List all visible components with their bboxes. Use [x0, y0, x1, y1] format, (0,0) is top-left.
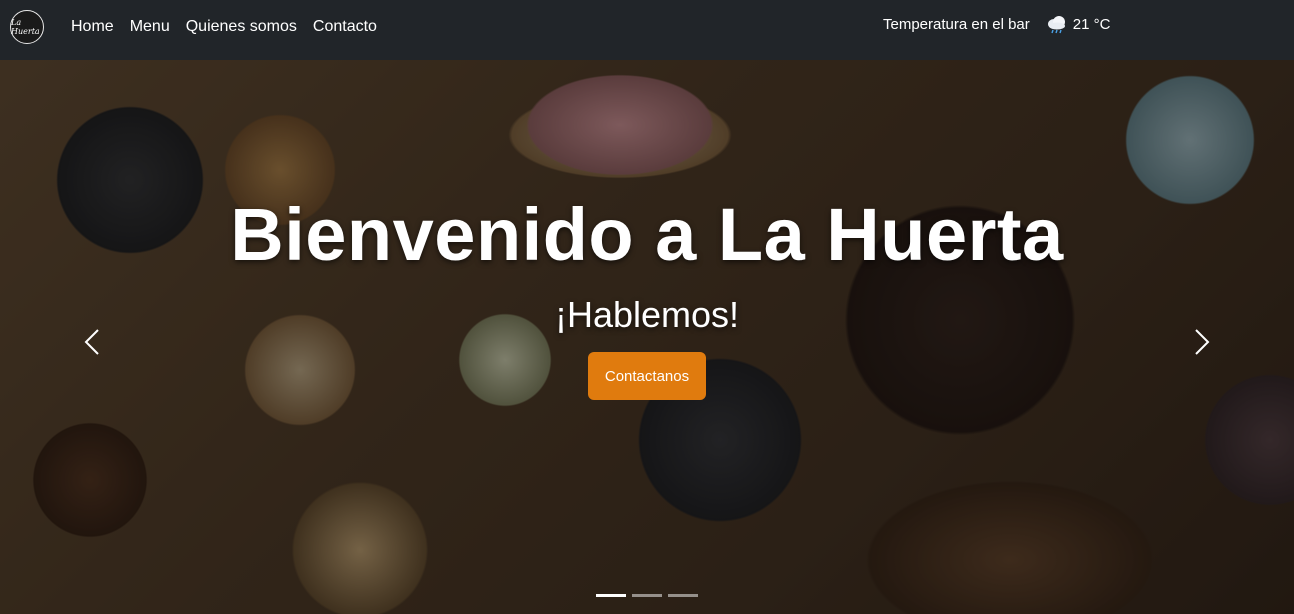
nav-link-contacto[interactable]: Contacto [313, 18, 377, 36]
navbar: La Huerta Home Menu Quienes somos Contac… [0, 0, 1294, 60]
carousel-indicator-3[interactable] [668, 594, 698, 597]
weather-temperature: 21 °C [1072, 15, 1111, 33]
logo-text: La Huerta [11, 18, 40, 36]
carousel-prev-button[interactable] [78, 322, 108, 362]
rain-cloud-icon [1046, 13, 1068, 35]
nav-links: Home Menu Quienes somos Contacto [71, 18, 377, 36]
hero-subtitle: ¡Hablemos! [554, 294, 740, 335]
nav-link-home[interactable]: Home [71, 18, 114, 36]
brand-logo[interactable]: La Huerta [10, 10, 44, 44]
nav-link-menu[interactable]: Menu [130, 18, 170, 36]
carousel-indicator-1[interactable] [596, 594, 626, 597]
chevron-right-icon [1195, 329, 1210, 355]
hero-carousel: Bienvenido a La Huerta ¡Hablemos! Contac… [0, 60, 1294, 614]
contact-button[interactable]: Contactanos [588, 352, 706, 400]
hero-background-image [0, 60, 1294, 614]
hero-title: Bienvenido a La Huerta [230, 193, 1064, 276]
weather-label: Temperatura en el bar [883, 15, 1030, 33]
chevron-left-icon [84, 329, 99, 355]
carousel-next-button[interactable] [1186, 322, 1216, 362]
weather-widget: Temperatura en el bar 21 °C [883, 13, 1110, 35]
carousel-indicator-2[interactable] [632, 594, 662, 597]
carousel-indicators [596, 594, 698, 597]
nav-link-quienes-somos[interactable]: Quienes somos [186, 18, 297, 36]
